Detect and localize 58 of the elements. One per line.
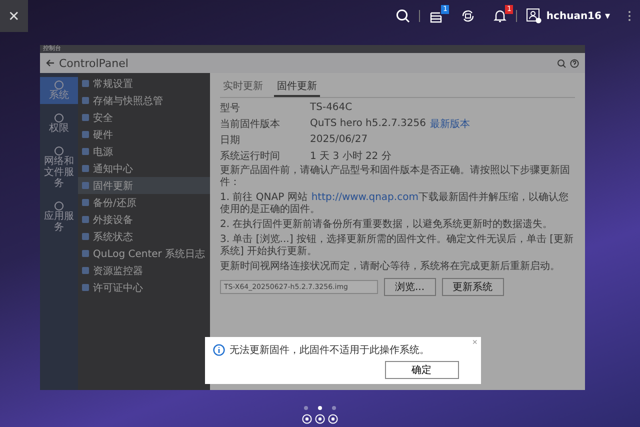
menu-item[interactable]: 存储与快照总管 xyxy=(78,92,210,109)
nav-item[interactable]: 系统 xyxy=(40,77,78,104)
username-menu[interactable]: hchuan16 ▾ xyxy=(546,10,610,22)
page-dot[interactable] xyxy=(332,406,336,410)
tab[interactable]: 固件更新 xyxy=(274,77,320,97)
field-label: 当前固件版本 xyxy=(220,118,281,130)
nav-item[interactable]: 应用服务 xyxy=(40,198,78,236)
back-arrow-icon[interactable] xyxy=(46,59,55,67)
circle-icon xyxy=(54,146,64,156)
field-label: 型号 xyxy=(220,102,241,114)
menu-item[interactable]: 常规设置 xyxy=(78,75,210,92)
menu-item[interactable]: 外接设备 xyxy=(78,211,210,228)
menu-item[interactable]: 系统状态 xyxy=(78,228,210,245)
circle-icon xyxy=(54,80,64,90)
menu-item[interactable]: 固件更新 xyxy=(78,177,210,194)
step-text: 1. 前往 QNAP 网站 http://www.qnap.com下载最新固件并解压缩，以确认您使用的是正确的固件。 xyxy=(220,192,570,216)
page-dot[interactable] xyxy=(318,406,322,410)
search-icon[interactable] xyxy=(396,9,410,23)
help-icon[interactable] xyxy=(570,58,579,68)
status-link[interactable]: 最新版本 xyxy=(430,116,470,130)
nav-item[interactable]: 网络和文件服务 xyxy=(40,143,78,192)
tab[interactable]: 实时更新 xyxy=(220,77,266,97)
circle-icon xyxy=(54,113,64,123)
menu-item[interactable]: 电源 xyxy=(78,143,210,160)
field-label: 日期 xyxy=(220,134,241,146)
target-icon[interactable] xyxy=(315,414,325,424)
menu-item[interactable]: QuLog Center 系统日志 xyxy=(78,245,210,262)
confirm-button[interactable]: 确定 xyxy=(384,361,458,379)
more-icon[interactable] xyxy=(628,10,631,22)
menu-item[interactable]: 硬件 xyxy=(78,126,210,143)
action-button[interactable]: 更新系统 xyxy=(442,278,504,296)
info-icon xyxy=(212,344,224,356)
bell-icon[interactable] xyxy=(493,9,508,23)
dialog-message: 无法更新固件，此固件不适用于此操作系统。 xyxy=(230,344,430,357)
nav-item[interactable]: 权限 xyxy=(40,110,78,137)
step-text: 2. 在执行固件更新前请备份所有重要数据，以避免系统更新时的数据遗失。 xyxy=(220,219,554,231)
user-icon[interactable] xyxy=(526,8,542,24)
field-label: 系统运行时间 xyxy=(220,150,281,162)
field-value: TS-464C xyxy=(310,102,352,113)
intro-text: 更新产品固件前，请确认产品型号和固件版本是否正确。请按照以下步骤更新固件： xyxy=(220,165,571,189)
menu-item[interactable]: 资源监控器 xyxy=(78,262,210,279)
field-value: QuTS hero h5.2.7.3256 xyxy=(310,118,426,129)
website-link[interactable]: http://www.qnap.com xyxy=(311,192,418,203)
page-dot[interactable] xyxy=(304,406,308,410)
menu-item[interactable]: 许可证中心 xyxy=(78,279,210,296)
action-button[interactable]: 浏览... xyxy=(384,278,436,296)
sync-icon[interactable] xyxy=(461,9,476,23)
note-text: 更新时间视网络连接状况而定，请耐心等待，系统将在完成更新后重新启动。 xyxy=(220,261,561,273)
close-button[interactable]: ✕ xyxy=(0,0,28,32)
menu-item[interactable]: 安全 xyxy=(78,109,210,126)
app-name: ControlPanel xyxy=(59,56,128,70)
field-value: 2025/06/27 xyxy=(310,134,368,145)
field-value: 1 天 3 小时 22 分 xyxy=(310,150,392,162)
circle-icon xyxy=(54,201,64,211)
close-button[interactable]: × xyxy=(472,337,478,347)
menu-item[interactable]: 备份/还原 xyxy=(78,194,210,211)
menu-item[interactable]: 通知中心 xyxy=(78,160,210,177)
step-text: 3. 单击 [浏览...] 按钮，选择更新所需的固件文件。确定文件无误后，单击 [更新系统] 开始执行更新。 xyxy=(220,234,574,258)
